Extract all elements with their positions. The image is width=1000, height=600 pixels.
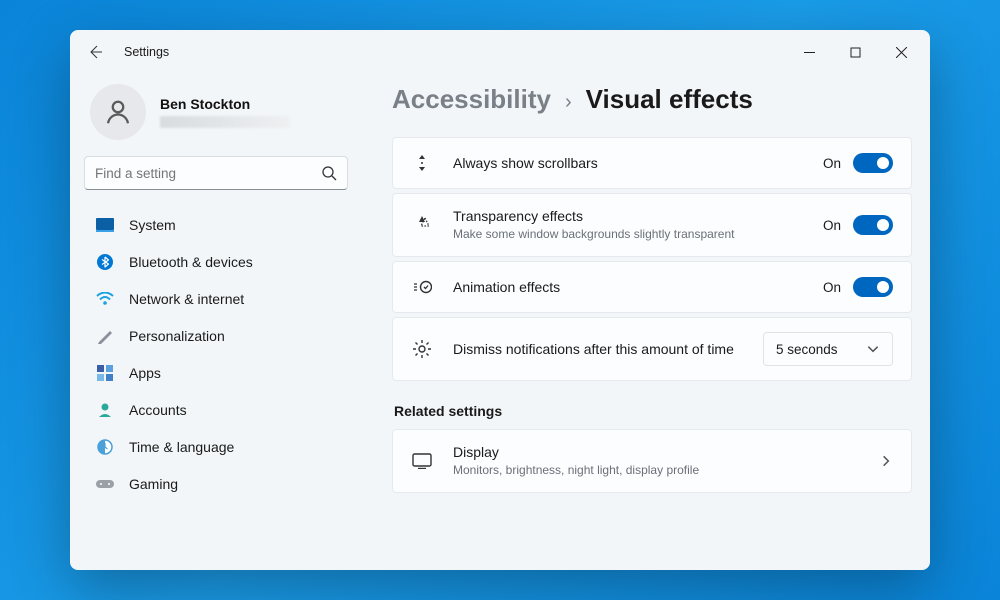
toggle-state: On [823, 280, 841, 295]
profile-block[interactable]: Ben Stockton [84, 74, 348, 156]
scrollbar-icon [411, 152, 433, 174]
display-icon [411, 450, 433, 472]
search-input[interactable] [95, 166, 321, 181]
back-button[interactable] [84, 41, 106, 63]
profile-name: Ben Stockton [160, 96, 290, 112]
titlebar: Settings [70, 30, 930, 74]
nav-item-personalization[interactable]: Personalization [84, 317, 348, 354]
system-icon [96, 216, 114, 234]
transparency-icon [411, 214, 433, 236]
nav-list[interactable]: System Bluetooth & devices Network & int… [84, 206, 348, 570]
arrow-left-icon [87, 44, 103, 60]
close-icon [896, 47, 907, 58]
person-icon [103, 97, 133, 127]
nav-item-time[interactable]: Time & language [84, 428, 348, 465]
breadcrumb-parent[interactable]: Accessibility [392, 84, 551, 115]
chevron-right-icon [879, 454, 893, 468]
settings-window: Settings Ben Stockton [70, 30, 930, 570]
nav-item-gaming[interactable]: Gaming [84, 465, 348, 502]
dismiss-time-dropdown[interactable]: 5 seconds [763, 332, 893, 366]
gaming-icon [96, 475, 114, 493]
setting-title: Dismiss notifications after this amount … [453, 341, 743, 357]
clock-icon [96, 438, 114, 456]
setting-scrollbars: Always show scrollbars On [392, 137, 912, 189]
link-title: Display [453, 444, 859, 460]
setting-dismiss-notifications: Dismiss notifications after this amount … [392, 317, 912, 381]
nav-label: Time & language [129, 439, 234, 455]
close-button[interactable] [878, 34, 924, 70]
apps-icon [96, 364, 114, 382]
nav-item-accounts[interactable]: Accounts [84, 391, 348, 428]
minimize-button[interactable] [786, 34, 832, 70]
setting-title: Transparency effects [453, 208, 803, 224]
scrollbars-toggle[interactable] [853, 153, 893, 173]
bluetooth-icon [96, 253, 114, 271]
dropdown-value: 5 seconds [776, 342, 838, 357]
maximize-icon [850, 47, 861, 58]
page-title: Visual effects [586, 84, 753, 115]
nav-item-network[interactable]: Network & internet [84, 280, 348, 317]
maximize-button[interactable] [832, 34, 878, 70]
toggle-state: On [823, 218, 841, 233]
chevron-right-icon: › [565, 91, 572, 114]
setting-animation: Animation effects On [392, 261, 912, 313]
search-box[interactable] [84, 156, 348, 190]
animation-toggle[interactable] [853, 277, 893, 297]
nav-label: Network & internet [129, 291, 244, 307]
content-area[interactable]: Accessibility › Visual effects Always sh… [362, 74, 930, 570]
setting-transparency: Transparency effects Make some window ba… [392, 193, 912, 257]
search-icon [321, 165, 337, 181]
nav-label: Gaming [129, 476, 178, 492]
nav-label: Accounts [129, 402, 187, 418]
setting-title: Animation effects [453, 279, 803, 295]
brush-icon [96, 327, 114, 345]
brightness-icon [411, 338, 433, 360]
nav-item-apps[interactable]: Apps [84, 354, 348, 391]
setting-desc: Make some window backgrounds slightly tr… [453, 226, 753, 242]
transparency-toggle[interactable] [853, 215, 893, 235]
nav-label: Apps [129, 365, 161, 381]
nav-label: Personalization [129, 328, 225, 344]
animation-icon [411, 276, 433, 298]
wifi-icon [96, 290, 114, 308]
avatar [90, 84, 146, 140]
sidebar: Ben Stockton System Bluetooth & devices [70, 74, 362, 570]
related-heading: Related settings [394, 403, 912, 419]
nav-item-bluetooth[interactable]: Bluetooth & devices [84, 243, 348, 280]
window-title: Settings [124, 45, 169, 59]
chevron-down-icon [866, 342, 880, 356]
minimize-icon [804, 47, 815, 58]
nav-item-system[interactable]: System [84, 206, 348, 243]
nav-label: System [129, 217, 176, 233]
accounts-icon [96, 401, 114, 419]
toggle-state: On [823, 156, 841, 171]
nav-label: Bluetooth & devices [129, 254, 253, 270]
setting-title: Always show scrollbars [453, 155, 803, 171]
related-display-link[interactable]: Display Monitors, brightness, night ligh… [392, 429, 912, 493]
breadcrumb: Accessibility › Visual effects [392, 84, 912, 115]
link-desc: Monitors, brightness, night light, displ… [453, 462, 859, 478]
profile-email-redacted [160, 116, 290, 128]
